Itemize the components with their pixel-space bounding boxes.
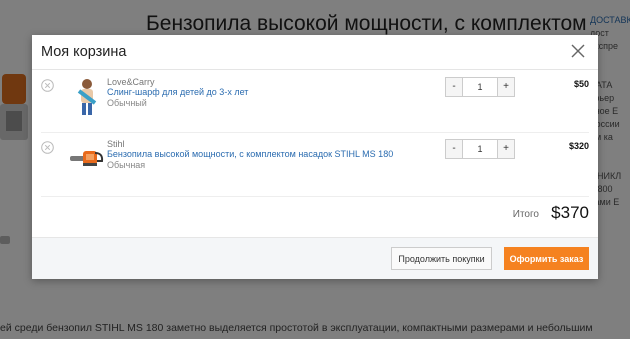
qty-increase-button[interactable]: + xyxy=(497,139,515,159)
item-price: $320 xyxy=(568,141,589,151)
close-icon[interactable] xyxy=(571,44,585,58)
quantity-stepper: - + xyxy=(445,77,515,97)
checkout-button[interactable]: Оформить заказ xyxy=(504,247,589,270)
item-variant: Обычный xyxy=(107,98,147,108)
qty-decrease-button[interactable]: - xyxy=(445,77,463,97)
quantity-stepper: - + xyxy=(445,139,515,159)
remove-item-icon[interactable] xyxy=(41,141,54,154)
chainsaw-product-thumb[interactable] xyxy=(69,139,105,179)
item-brand: Stihl xyxy=(107,139,125,149)
sling-product-thumb[interactable] xyxy=(69,77,105,117)
remove-item-icon[interactable] xyxy=(41,79,54,92)
total-label: Итого xyxy=(512,209,539,220)
cart-item: Stihl Бензопила высокой мощности, с комп… xyxy=(41,135,589,197)
cart-modal: Моя корзина Love&Carry Слинг-шарф для де… xyxy=(32,35,598,279)
modal-header: Моя корзина xyxy=(32,35,598,70)
item-price: $50 xyxy=(573,79,589,89)
cart-total: Итого $370 xyxy=(41,199,589,235)
item-name-link[interactable]: Бензопила высокой мощности, с комплектом… xyxy=(107,149,393,159)
total-value: $370 xyxy=(551,203,589,222)
item-variant: Обычная xyxy=(107,160,146,170)
qty-increase-button[interactable]: + xyxy=(497,77,515,97)
continue-shopping-button[interactable]: Продолжить покупки xyxy=(391,247,492,270)
qty-decrease-button[interactable]: - xyxy=(445,139,463,159)
item-brand: Love&Carry xyxy=(107,77,155,87)
cart-item: Love&Carry Слинг-шарф для детей до 3-х л… xyxy=(41,73,589,133)
item-name-link[interactable]: Слинг-шарф для детей до 3-х лет xyxy=(107,87,248,97)
quantity-input[interactable] xyxy=(463,77,497,97)
modal-footer: Продолжить покупки Оформить заказ xyxy=(32,237,598,279)
modal-title: Моя корзина xyxy=(41,44,127,60)
quantity-input[interactable] xyxy=(463,139,497,159)
